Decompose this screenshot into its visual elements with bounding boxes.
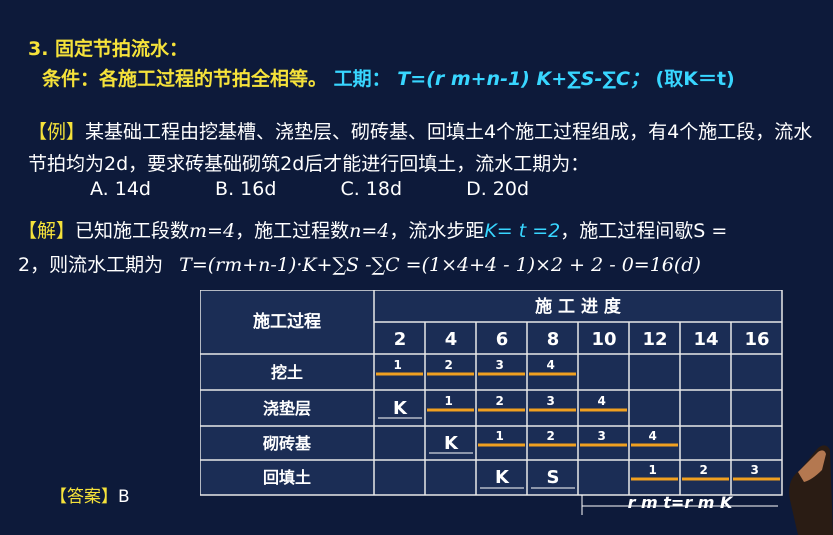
solution-tag: 【解】 — [18, 220, 76, 242]
segment-label: 1 — [496, 429, 504, 443]
solution-part2: ，施工过程数 — [235, 220, 350, 242]
segment-label: 3 — [598, 429, 606, 443]
presenter-hand-image — [789, 445, 833, 535]
duration-label: r m t=r m K — [628, 493, 734, 512]
day-label: 6 — [496, 329, 509, 350]
example-block: 【例】某基础工程由挖基槽、浇垫层、砌砖基、回填土4个施工过程组成，有4个施工段，… — [28, 116, 828, 180]
segment-label: 1 — [649, 463, 657, 477]
s-mark: S — [547, 467, 560, 488]
answer-value: B — [118, 487, 130, 507]
progress-header: 施 工 进 度 — [535, 296, 622, 317]
option-c: C. 18d — [340, 178, 403, 200]
option-a: A. 14d — [90, 178, 151, 200]
period-note: (取K＝t) — [655, 68, 735, 90]
condition-line: 条件：各施工过程的节拍全相等。 工期： T=(r m+n-1) K+∑S-∑C；… — [42, 64, 735, 91]
segment-label: 2 — [445, 358, 453, 372]
process-name: 回填土 — [263, 468, 311, 487]
day-label: 12 — [642, 329, 667, 350]
segment-label: 3 — [496, 358, 504, 372]
segment-label: 3 — [547, 394, 555, 408]
day-label: 10 — [591, 329, 616, 350]
options-row: A. 14d B. 16d C. 18d D. 20d — [90, 178, 587, 200]
segment-label: 2 — [496, 394, 504, 408]
segment-label: 2 — [547, 429, 555, 443]
process-name: 挖土 — [271, 363, 303, 382]
segment-label: 2 — [700, 463, 708, 477]
segment-label: 3 — [751, 463, 759, 477]
period-formula: T=(r m+n-1) K+∑S-∑C； — [397, 68, 649, 90]
example-tag: 【例】 — [28, 121, 86, 143]
k-mark: K — [444, 433, 459, 454]
k-mark: K — [393, 398, 408, 419]
day-label: 14 — [693, 329, 718, 350]
solution-line2: 2，则流水工期为 — [18, 254, 164, 276]
solution-k: K= t =2 — [484, 220, 561, 242]
day-label: 8 — [547, 329, 560, 350]
period-label: 工期： — [333, 68, 391, 90]
solution-part3: ，流水步距 — [389, 220, 485, 242]
option-d: D. 20d — [466, 178, 530, 200]
condition-label: 条件：各施工过程的节拍全相等。 — [42, 68, 328, 90]
solution-part4: ，施工过程间歇S = — [560, 220, 728, 242]
answer-tag: 【答案】 — [50, 487, 118, 507]
option-b: B. 16d — [215, 178, 277, 200]
segment-label: 4 — [547, 358, 555, 372]
process-name: 砌砖基 — [262, 434, 312, 453]
solution-formula: T=(rm+n-1)·K+∑S -∑C =(1×4+4 - 1)×2 + 2 -… — [179, 254, 701, 276]
solution-part1: 已知施工段数 — [75, 220, 190, 242]
solution-n: n=4 — [349, 220, 390, 242]
answer-line: 【答案】B — [50, 482, 130, 507]
day-label: 2 — [394, 329, 407, 350]
example-text: 某基础工程由挖基槽、浇垫层、砌砖基、回填土4个施工过程组成，有4个施工段，流水节… — [28, 121, 813, 175]
segment-label: 1 — [445, 394, 453, 408]
process-name: 浇垫层 — [263, 399, 311, 418]
solution-m: m=4 — [189, 220, 236, 242]
solution-block: 【解】已知施工段数m=4，施工过程数n=4，流水步距K= t =2，施工过程间歇… — [18, 214, 823, 282]
day-label: 16 — [744, 329, 769, 350]
segment-label: 1 — [394, 358, 402, 372]
page-title: 3. 固定节拍流水： — [28, 38, 189, 60]
k-mark: K — [495, 467, 510, 488]
process-header: 施工过程 — [253, 311, 321, 332]
schedule-table: 施工过程 施 工 进 度 2 4 6 8 10 12 14 16 挖土 浇垫层 … — [200, 290, 783, 515]
segment-label: 4 — [649, 429, 657, 443]
segment-label: 4 — [598, 394, 606, 408]
day-label: 4 — [445, 329, 458, 350]
